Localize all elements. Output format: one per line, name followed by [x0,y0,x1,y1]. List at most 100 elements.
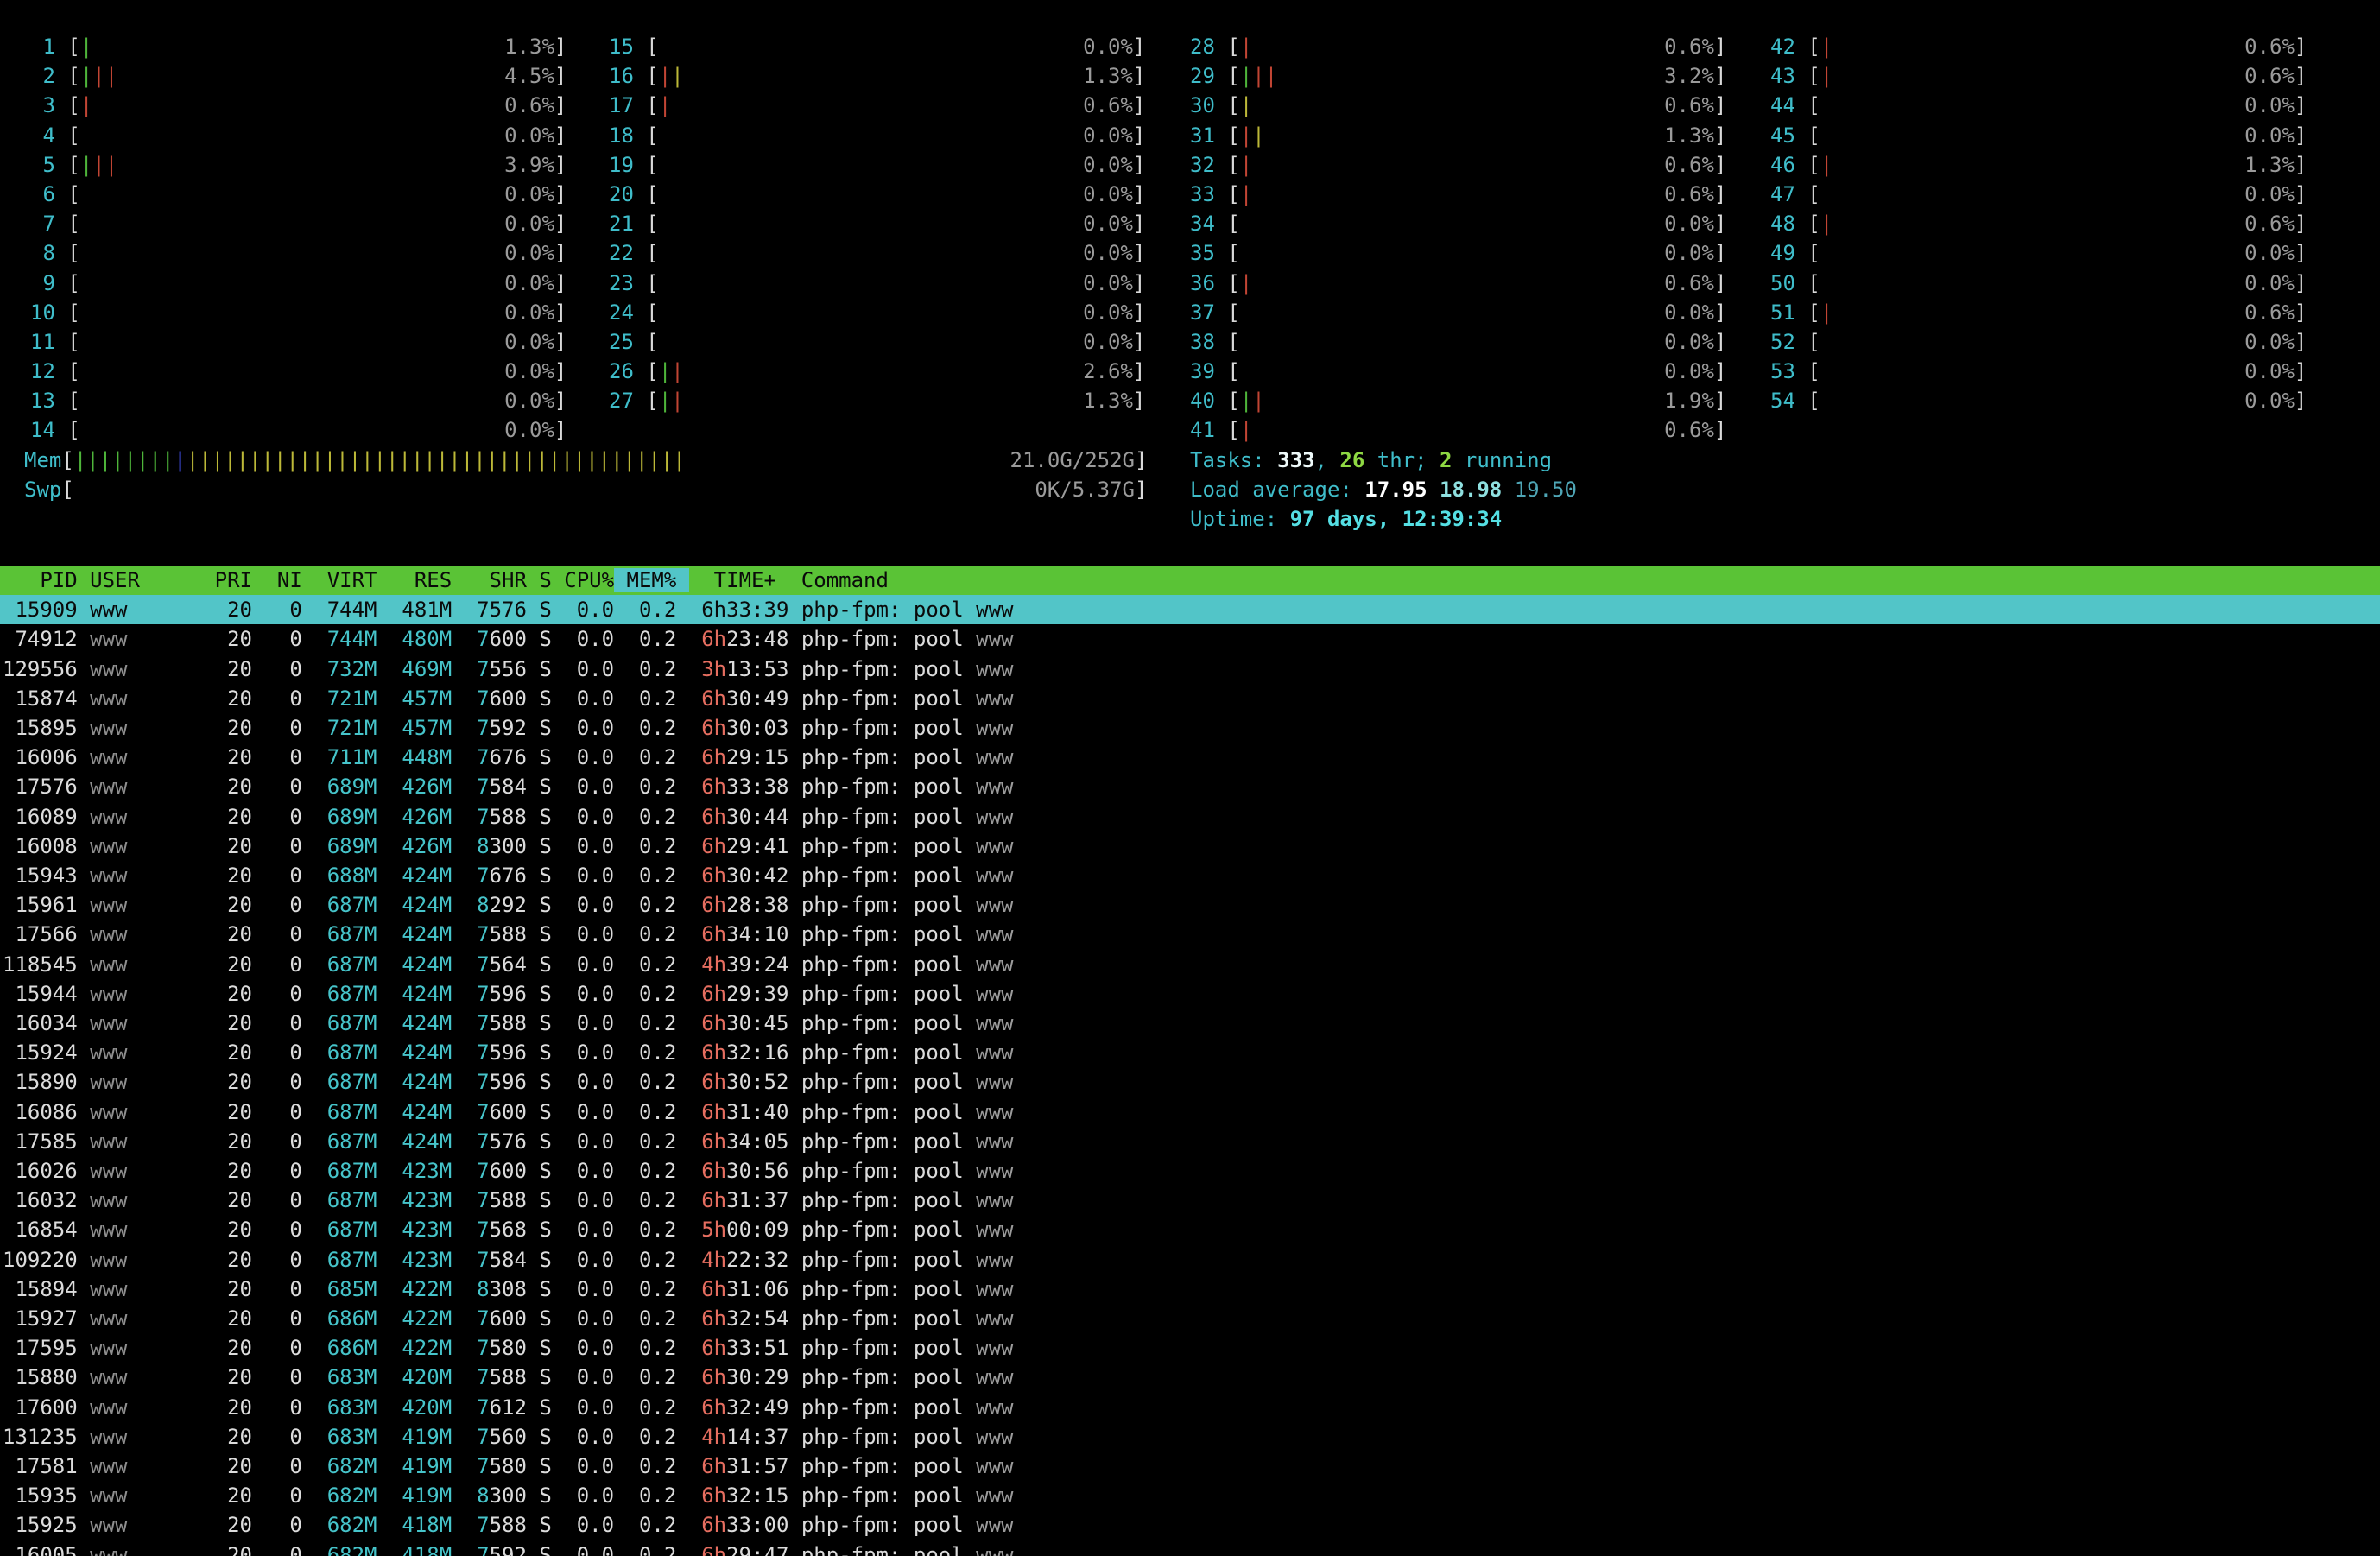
column-header-pid[interactable]: PID [3,568,78,592]
shr-cell: 564 [490,952,527,977]
column-header-command[interactable]: Command [788,568,889,592]
process-row[interactable]: 74912 www 20 0 744M 480M 7600 S 0.0 0.2 … [0,624,2380,654]
mem-cell: 0.2 [614,1306,676,1331]
column-header-virt[interactable]: VIRT [302,568,377,592]
meter-close-bracket: ] [1714,182,1726,206]
virt-cell: 721M [302,686,377,711]
mem-cell: 0.2 [614,893,676,917]
process-row[interactable]: 15927 www 20 0 686M 422M 7600 S 0.0 0.2 … [0,1304,2380,1333]
process-row[interactable]: 16008 www 20 0 689M 426M 8300 S 0.0 0.2 … [0,832,2380,861]
process-row[interactable]: 16089 www 20 0 689M 426M 7588 S 0.0 0.2 … [0,802,2380,832]
process-row-line: 131235 www 20 0 683M 419M 7560 S 0.0 0.2… [3,1422,2380,1452]
user-cell: www [78,1336,203,1360]
process-row[interactable]: 17585 www 20 0 687M 424M 7576 S 0.0 0.2 … [0,1127,2380,1156]
process-row[interactable]: 15961 www 20 0 687M 424M 8292 S 0.0 0.2 … [0,890,2380,920]
ni-cell: 0 [252,1454,302,1478]
cpu-percent: 0.0% [2244,182,2295,206]
meter-fill [1240,300,1664,325]
process-row[interactable]: 15895 www 20 0 721M 457M 7592 S 0.0 0.2 … [0,713,2380,743]
pri-cell: 20 [202,598,252,622]
cpu-meter-21: 21 [ 0.0%] [609,209,1145,238]
command-cell: php-fpm: pool [788,805,976,829]
cpu-percent: 0.6% [2244,64,2295,88]
process-row-selected[interactable]: 15909 www 20 0 744M 481M 7576 S 0.0 0.2 … [0,595,2380,624]
command-cell: php-fpm: pool [788,686,976,711]
pri-cell: 20 [202,922,252,946]
process-row[interactable]: 15925 www 20 0 682M 418M 7588 S 0.0 0.2 … [0,1510,2380,1540]
process-row-line: 15880 www 20 0 683M 420M 7588 S 0.0 0.2 … [3,1363,2380,1392]
process-row[interactable]: 16032 www 20 0 687M 423M 7588 S 0.0 0.2 … [0,1186,2380,1215]
shr-cell-mega: 7 [477,1543,489,1556]
process-row[interactable]: 15943 www 20 0 688M 424M 7676 S 0.0 0.2 … [0,861,2380,890]
process-row[interactable]: 16005 www 20 0 682M 418M 7592 S 0.0 0.2 … [0,1540,2380,1556]
process-row[interactable]: 16034 www 20 0 687M 424M 7588 S 0.0 0.2 … [0,1009,2380,1038]
column-header-time[interactable]: TIME+ [689,568,789,592]
user-cell: www [78,627,203,651]
meter-fill [1832,212,2244,236]
meter-open-bracket: [ [1807,241,1820,265]
column-header-shr[interactable]: SHR [452,568,527,592]
process-row[interactable]: 17581 www 20 0 682M 419M 7580 S 0.0 0.2 … [0,1452,2380,1481]
user-cell: www [78,952,203,977]
process-row[interactable]: 15880 www 20 0 683M 420M 7588 S 0.0 0.2 … [0,1363,2380,1392]
column-header-user[interactable]: USER [78,568,203,592]
process-row[interactable]: 15944 www 20 0 687M 424M 7596 S 0.0 0.2 … [0,979,2380,1009]
time-hours: 6h [701,1277,726,1301]
process-row[interactable]: 16026 www 20 0 687M 423M 7600 S 0.0 0.2 … [0,1156,2380,1186]
command-cell: php-fpm: pool [788,922,976,946]
meter-close-bracket: ] [1133,35,1145,59]
process-row[interactable]: 16006 www 20 0 711M 448M 7676 S 0.0 0.2 … [0,743,2380,772]
process-row[interactable]: 17600 www 20 0 683M 420M 7612 S 0.0 0.2 … [0,1393,2380,1422]
meter-open-bracket: [ [1227,182,1239,206]
state-cell: S [527,716,552,740]
process-row[interactable]: 118545 www 20 0 687M 424M 7564 S 0.0 0.2… [0,950,2380,979]
process-row[interactable]: 16854 www 20 0 687M 423M 7568 S 0.0 0.2 … [0,1215,2380,1244]
process-row[interactable]: 17566 www 20 0 687M 424M 7588 S 0.0 0.2 … [0,920,2380,949]
process-row[interactable]: 15894 www 20 0 685M 422M 8308 S 0.0 0.2 … [0,1275,2380,1304]
mem-cell: 0.2 [614,1159,676,1183]
virt-cell: 721M [302,716,377,740]
process-row[interactable]: 17595 www 20 0 686M 422M 7580 S 0.0 0.2 … [0,1333,2380,1363]
meter-open-bracket: [ [67,330,79,354]
column-header-ni[interactable]: NI [252,568,302,592]
meter-fill [117,153,504,177]
process-row[interactable]: 109220 www 20 0 687M 423M 7584 S 0.0 0.2… [0,1245,2380,1275]
command-cell: php-fpm: pool [788,863,976,888]
meter-fill [1820,359,2244,383]
time-pad [676,716,701,740]
cpu-percent: 0.0% [2244,330,2295,354]
cpu-number: 53 [1770,359,1807,383]
time-pad [676,952,701,977]
process-row[interactable]: 15890 www 20 0 687M 424M 7596 S 0.0 0.2 … [0,1067,2380,1097]
process-row[interactable]: 15935 www 20 0 682M 419M 8300 S 0.0 0.2 … [0,1481,2380,1510]
column-header-cpu[interactable]: CPU% [552,568,614,592]
column-header-mem-sort-active[interactable]: MEM% [614,568,689,592]
virt-cell: 711M [302,745,377,769]
virt-cell: 682M [302,1483,377,1508]
meter-close-bracket: ] [1714,418,1726,442]
meter-fill [659,153,1083,177]
meter-tick: | [1240,182,1252,206]
process-table-header[interactable]: PID USER PRI NI VIRT RES SHR S CPU% MEM%… [0,566,2380,595]
column-header-res[interactable]: RES [377,568,453,592]
command-arg: www [976,1040,1013,1065]
time-hours: 6h [701,598,726,622]
meter-open-bracket: [ [1227,389,1239,413]
state-cell: S [527,1100,552,1124]
process-row[interactable]: 129556 www 20 0 732M 469M 7556 S 0.0 0.2… [0,655,2380,684]
process-row[interactable]: 15874 www 20 0 721M 457M 7600 S 0.0 0.2 … [0,684,2380,713]
time-pad [676,1159,701,1183]
column-header-pri[interactable]: PRI [202,568,252,592]
meter-open-bracket: [ [1227,330,1239,354]
res-cell: 418M [377,1543,453,1556]
process-row[interactable]: 15924 www 20 0 687M 424M 7596 S 0.0 0.2 … [0,1038,2380,1067]
meter-tick: | [80,93,92,117]
process-row[interactable]: 131235 www 20 0 683M 419M 7560 S 0.0 0.2… [0,1422,2380,1452]
command-cell: php-fpm: pool [788,1100,976,1124]
process-row-line: 15894 www 20 0 685M 422M 8308 S 0.0 0.2 … [3,1275,2380,1304]
process-row[interactable]: 16086 www 20 0 687M 424M 7600 S 0.0 0.2 … [0,1097,2380,1127]
command-arg: www [976,982,1013,1006]
column-header-state[interactable]: S [527,568,552,592]
cpu-cell: 0.0 [552,1336,614,1360]
process-row[interactable]: 17576 www 20 0 689M 426M 7584 S 0.0 0.2 … [0,772,2380,801]
